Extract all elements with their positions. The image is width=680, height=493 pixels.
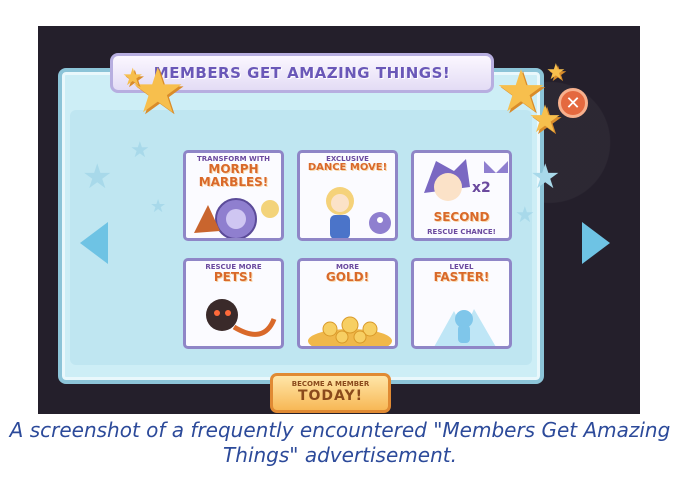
perk-tile-second-rescue: x2 SECOND RESCUE CHANCE! <box>411 150 512 241</box>
small-star-icon: ★ <box>546 60 566 85</box>
perk-tile-more-gold: MORE GOLD! <box>297 258 398 349</box>
star-decoration-icon: ★ <box>82 157 113 197</box>
perk-tile-rescue-pets: RESCUE MORE PETS! <box>183 258 284 349</box>
pet-creature-art <box>186 291 281 346</box>
gold-coins-art <box>300 291 395 346</box>
tile-caption-main: FASTER! <box>433 270 490 285</box>
dance-character-art <box>300 183 395 238</box>
tile-caption-sub: RESCUE CHANCE! <box>427 228 496 236</box>
next-arrow-button[interactable] <box>582 222 610 264</box>
tile-caption-main: PETS! <box>213 270 254 285</box>
tile-caption-main: GOLD! <box>325 270 370 285</box>
star-decoration-icon: ★ <box>150 196 167 217</box>
star-decoration-icon: ★ <box>530 157 561 197</box>
multiplier-label: x2 <box>472 180 491 196</box>
image-caption: A screenshot of a frequently encountered… <box>9 418 671 467</box>
morph-marble-art <box>186 183 281 238</box>
wizard-character-art <box>414 153 509 238</box>
energy-burst-art <box>414 291 509 346</box>
star-decoration-icon: ★ <box>130 138 150 163</box>
tile-caption-main: DANCE MOVE! <box>307 162 388 174</box>
cta-label-small: BECOME A MEMBER <box>291 380 370 388</box>
tile-caption-main: SECOND <box>433 210 490 224</box>
dialog-title: MEMBERS GET AMAZING THINGS! <box>153 64 451 82</box>
perk-tile-level-faster: LEVEL FASTER! <box>411 258 512 349</box>
perk-tile-dance-move: EXCLUSIVE DANCE MOVE! <box>297 150 398 241</box>
small-star-icon: ★ <box>122 63 144 91</box>
perk-tile-morph-marbles: TRANSFORM WITH MORPH MARBLES! <box>183 150 284 241</box>
tile-caption-main: MARBLES! <box>198 174 269 189</box>
close-icon: ✕ <box>565 92 581 114</box>
cta-label-big: TODAY! <box>297 388 364 404</box>
close-button[interactable]: ✕ <box>558 88 588 118</box>
star-decoration-icon: ★ <box>515 203 535 228</box>
become-member-button[interactable]: BECOME A MEMBER TODAY! <box>270 373 391 413</box>
big-star-icon: ★ <box>528 97 563 141</box>
previous-arrow-button[interactable] <box>80 222 108 264</box>
